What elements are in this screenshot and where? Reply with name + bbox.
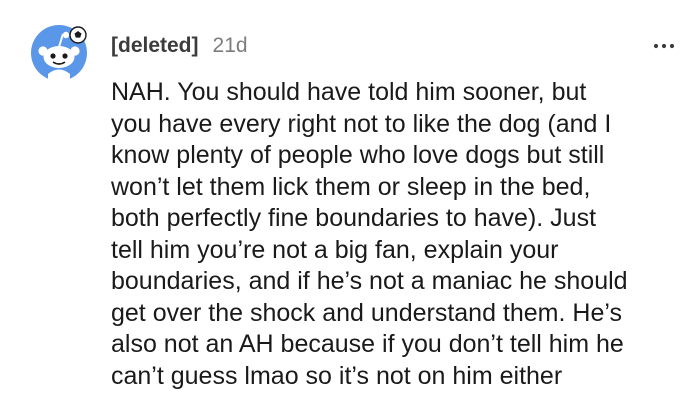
comment-body: NAH. You should have told him sooner, bu… — [111, 77, 696, 392]
comment-body-line: get over the shock and understand them. … — [111, 298, 622, 327]
more-options-icon[interactable] — [652, 34, 676, 58]
comment-body-line: tell him you’re not a big fan, explain y… — [111, 235, 559, 264]
comment-body-line: can’t guess lmao so it’s not on him eith… — [111, 361, 563, 390]
comment-body-line: NAH. You should have told him sooner, bu… — [111, 78, 587, 106]
comment-body-line: won’t let them lick them or sleep in the… — [111, 172, 591, 201]
comment-body-line: you have every right not to like the dog… — [111, 109, 612, 138]
author-username[interactable]: [deleted] — [111, 34, 199, 58]
comment-header: [deleted] 21d — [111, 34, 248, 58]
comment-body-line: boundaries, and if he’s not a maniac he … — [111, 267, 628, 295]
comment-body-line: both perfectly fine boundaries to have).… — [111, 204, 597, 232]
comment-body-line: know plenty of people who love dogs but … — [111, 141, 605, 169]
comment-age: 21d — [212, 34, 248, 57]
reddit-snoo-avatar-icon[interactable] — [30, 24, 88, 82]
comment: [deleted] 21d NAH. You should have told … — [0, 0, 700, 416]
comment-body-line: also not an AH because if you don’t tell… — [111, 330, 624, 358]
